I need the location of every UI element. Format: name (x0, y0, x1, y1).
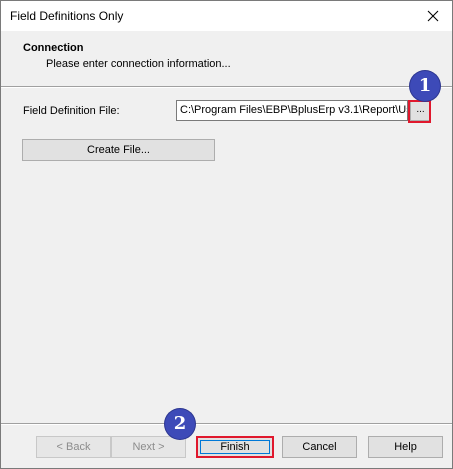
cancel-button[interactable]: Cancel (282, 436, 357, 458)
page-title: Connection (23, 42, 84, 54)
step-badge-2: 2 (165, 409, 195, 439)
page-subtitle: Please enter connection information... (46, 58, 231, 70)
title-bar: Field Definitions Only (1, 1, 452, 31)
header-divider (1, 86, 452, 88)
field-definition-path-input[interactable]: C:\Program Files\EBP\BplusErp v3.1\Repor… (176, 100, 408, 121)
create-file-button[interactable]: Create File... (22, 139, 215, 161)
next-button[interactable]: Next > (111, 436, 186, 458)
step-badge-1: 1 (410, 71, 440, 101)
focus-rectangle (200, 440, 270, 454)
wizard-header: Connection Please enter connection infor… (1, 31, 452, 86)
footer-divider (1, 423, 452, 425)
close-icon (427, 10, 439, 22)
finish-button[interactable]: Finish (196, 436, 274, 458)
window-title: Field Definitions Only (10, 9, 124, 23)
help-button[interactable]: Help (368, 436, 443, 458)
back-button[interactable]: < Back (36, 436, 111, 458)
close-button[interactable] (414, 1, 452, 31)
field-definition-label: Field Definition File: (23, 105, 120, 117)
wizard-dialog: Field Definitions Only Connection Please… (0, 0, 453, 469)
browse-button[interactable]: ... (410, 100, 431, 121)
